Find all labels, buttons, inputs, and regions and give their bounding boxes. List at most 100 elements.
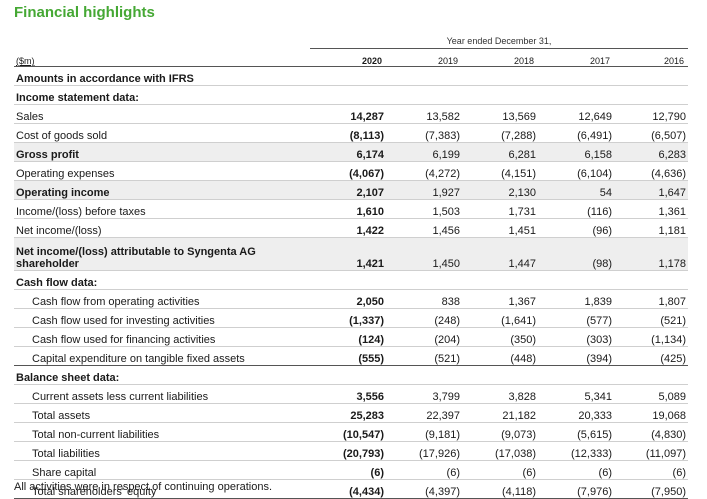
value-cell [538, 85, 614, 105]
value-cell: (248) [386, 308, 462, 328]
value-cell: 2,130 [462, 180, 538, 200]
value-cell [310, 85, 386, 105]
table-row: Cash flow used for investing activities(… [14, 308, 688, 328]
value-cell: 3,556 [310, 384, 386, 404]
value-cell: (7,976) [538, 479, 614, 499]
table-row: Cash flow used for financing activities(… [14, 327, 688, 347]
value-cell: (116) [538, 199, 614, 219]
value-cell: (7,383) [386, 123, 462, 143]
value-cell: (4,830) [614, 422, 688, 442]
section-header-row: Income statement data: [14, 85, 688, 105]
value-cell: (6,507) [614, 123, 688, 143]
table-row: Operating expenses (4,067) (4,272) (4,151)(… [14, 161, 688, 181]
value-cell: (5,615) [538, 422, 614, 442]
value-cell [386, 270, 462, 290]
value-cell [614, 270, 688, 290]
row-label: Income/(loss) before taxes [14, 199, 310, 219]
value-cell: (555) [310, 346, 386, 366]
value-cell: 5,089 [614, 384, 688, 404]
row-label: Cash flow used for financing activities [14, 327, 310, 347]
page-title: Financial highlights [14, 4, 155, 21]
value-cell: (124) [310, 327, 386, 347]
value-cell: 838 [386, 289, 462, 309]
period-header: Year ended December 31, [14, 36, 688, 50]
value-cell: 1,647 [614, 180, 688, 200]
year-header: 2017 [538, 52, 614, 67]
value-cell: (17,038) [462, 441, 538, 461]
value-cell: 3,799 [386, 384, 462, 404]
value-cell: 1,927 [386, 180, 462, 200]
value-cell [310, 66, 386, 86]
table-row: Capital expenditure on tangible fixed as… [14, 346, 688, 366]
value-cell: (448) [462, 346, 538, 366]
value-cell: (9,073) [462, 422, 538, 442]
value-cell: (4,434) [310, 479, 386, 499]
table-row: Cash flow from operating activities 2,050… [14, 289, 688, 309]
value-cell: 1,731 [462, 199, 538, 219]
table-row: Operating income 2,107 1,927 2,130 54 1,647 [14, 180, 688, 200]
value-cell: 6,174 [310, 142, 386, 162]
value-cell: (96) [538, 218, 614, 238]
value-cell: 12,790 [614, 104, 688, 124]
value-cell: (11,097) [614, 441, 688, 461]
value-cell: (6,491) [538, 123, 614, 143]
value-cell: 25,283 [310, 403, 386, 423]
value-cell: (12,333) [538, 441, 614, 461]
value-cell [462, 85, 538, 105]
value-cell: 6,158 [538, 142, 614, 162]
row-label: Operating expenses [14, 161, 310, 181]
value-cell: (8,113) [310, 123, 386, 143]
value-cell: 13,569 [462, 104, 538, 124]
value-cell: 6,199 [386, 142, 462, 162]
value-cell: 1,361 [614, 199, 688, 219]
value-cell: 2,050 [310, 289, 386, 309]
value-cell: (10,547) [310, 422, 386, 442]
footnote: All activities were in respect of contin… [14, 481, 273, 493]
value-cell: 14,287 [310, 104, 386, 124]
row-label: Total non-current liabilities [14, 422, 310, 442]
value-cell: 1,610 [310, 199, 386, 219]
value-cell: 6,281 [462, 142, 538, 162]
value-cell: 20,333 [538, 403, 614, 423]
section-header-row: Cash flow data: [14, 270, 688, 290]
value-cell: (6) [538, 460, 614, 480]
row-label: Amounts in accordance with IFRS [14, 66, 310, 86]
row-label: Share capital [14, 460, 310, 480]
row-label: Cash flow data: [14, 270, 310, 290]
row-label: Operating income [14, 180, 310, 200]
value-cell: (6) [310, 460, 386, 480]
value-cell: 19,068 [614, 403, 688, 423]
value-cell: (204) [386, 327, 462, 347]
row-label: Total liabilities [14, 441, 310, 461]
value-cell: 6,283 [614, 142, 688, 162]
value-cell: 12,649 [538, 104, 614, 124]
row-label: Current assets less current liabilities [14, 384, 310, 404]
value-cell: 1,421 [310, 237, 386, 271]
value-cell: (425) [614, 346, 688, 366]
value-cell: 1,450 [386, 237, 462, 271]
value-cell: (1,337) [310, 308, 386, 328]
year-header: 2018 [462, 52, 538, 67]
row-label: Total assets [14, 403, 310, 423]
value-cell: (7,950) [614, 479, 688, 499]
value-cell: 1,422 [310, 218, 386, 238]
row-label: Income statement data: [14, 85, 310, 105]
value-cell: (6,104) [538, 161, 614, 181]
value-cell: (4,118) [462, 479, 538, 499]
value-cell: (1,134) [614, 327, 688, 347]
table-row: Total non-current liabilities (10,547) (9,… [14, 422, 688, 442]
year-header: 2020 [310, 52, 386, 67]
value-cell: 1,503 [386, 199, 462, 219]
value-cell: 1,456 [386, 218, 462, 238]
section-header-row: Balance sheet data: [14, 365, 688, 385]
table-body: Amounts in accordance with IFRS Income st… [14, 66, 688, 499]
row-label: Sales [14, 104, 310, 124]
table-row: Total assets 25,283 22,397 21,182 20,333 19,0… [14, 403, 688, 423]
financial-highlights-table: ($m) 2020 2019 2018 2017 2016 Amounts in… [14, 52, 688, 499]
value-cell: 1,807 [614, 289, 688, 309]
value-cell: 5,341 [538, 384, 614, 404]
value-cell: (6) [614, 460, 688, 480]
row-label: Balance sheet data: [14, 365, 310, 385]
value-cell: (4,636) [614, 161, 688, 181]
value-cell: (9,181) [386, 422, 462, 442]
